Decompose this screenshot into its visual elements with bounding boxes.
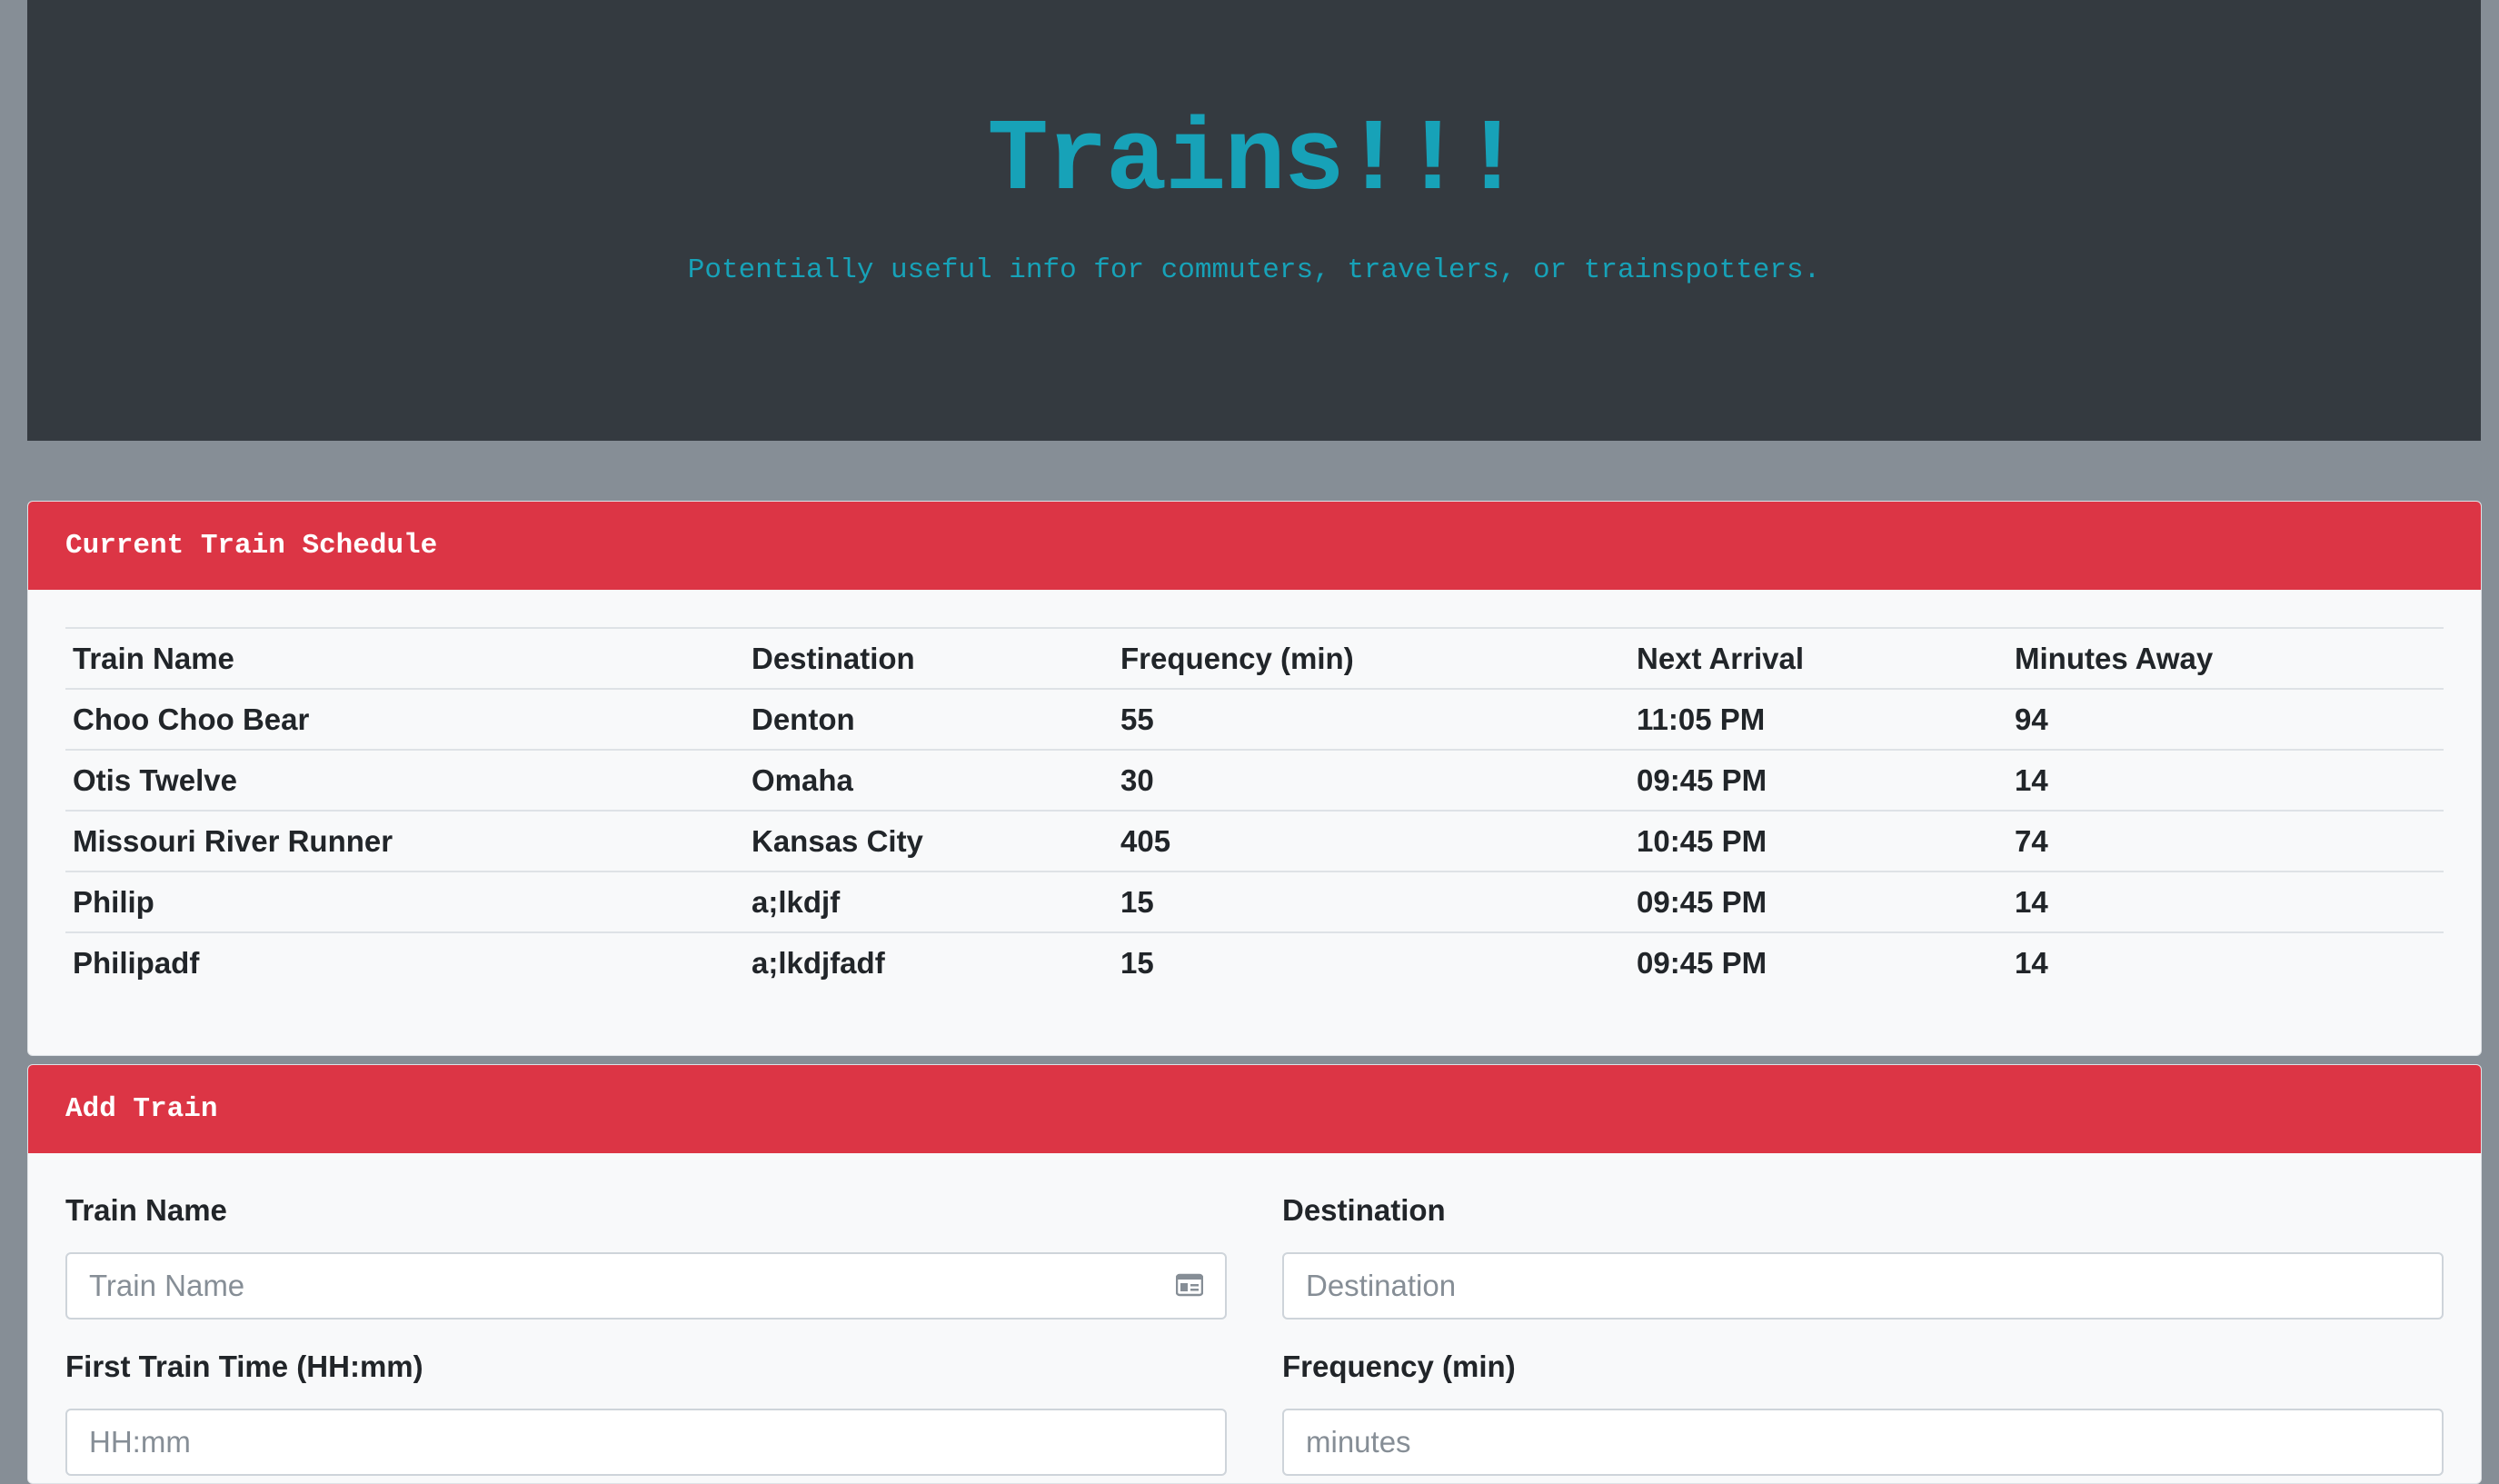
destination-group: Destination — [1282, 1189, 2444, 1320]
cell-train-name: Philipadf — [65, 931, 744, 992]
cell-train-name: Otis Twelve — [65, 749, 744, 811]
frequency-label: Frequency (min) — [1282, 1350, 1516, 1383]
cell-destination: a;lkdjfadf — [744, 931, 1113, 992]
cell-minutes-away: 14 — [2007, 749, 2444, 811]
column-header-minutes-away: Minutes Away — [2007, 627, 2444, 690]
add-train-card-header: Add Train — [28, 1065, 2481, 1153]
cell-destination: Kansas City — [744, 810, 1113, 871]
schedule-card-header: Current Train Schedule — [28, 502, 2481, 590]
table-header-row: Train Name Destination Frequency (min) N… — [65, 627, 2444, 690]
destination-label: Destination — [1282, 1193, 1446, 1227]
id-card-icon — [1176, 1273, 1203, 1297]
schedule-card: Current Train Schedule Train Name Destin… — [27, 501, 2482, 1056]
cell-frequency: 55 — [1113, 688, 1629, 750]
cell-next-arrival: 11:05 PM — [1629, 688, 2007, 750]
table-row: Choo Choo Bear Denton 55 11:05 PM 94 — [65, 688, 2444, 750]
cell-destination: Omaha — [744, 749, 1113, 811]
frequency-input-wrap — [1282, 1409, 2444, 1476]
column-header-frequency: Frequency (min) — [1113, 627, 1629, 690]
column-header-destination: Destination — [744, 627, 1113, 690]
page-title: Trains!!! — [987, 104, 1523, 219]
destination-input-wrap — [1282, 1252, 2444, 1320]
cell-frequency: 30 — [1113, 749, 1629, 811]
cell-minutes-away: 74 — [2007, 810, 2444, 871]
cell-next-arrival: 09:45 PM — [1629, 871, 2007, 932]
cell-train-name: Philip — [65, 871, 744, 932]
destination-input[interactable] — [1284, 1254, 2442, 1318]
table-row: Otis Twelve Omaha 30 09:45 PM 14 — [65, 749, 2444, 811]
cell-frequency: 15 — [1113, 871, 1629, 932]
cell-train-name: Missouri River Runner — [65, 810, 744, 871]
cell-frequency: 405 — [1113, 810, 1629, 871]
first-train-time-input-wrap — [65, 1409, 1227, 1476]
table-row: Missouri River Runner Kansas City 405 10… — [65, 810, 2444, 871]
cell-minutes-away: 14 — [2007, 871, 2444, 932]
frequency-input[interactable] — [1284, 1410, 2442, 1474]
page-subtitle: Potentially useful info for commuters, t… — [687, 254, 1821, 286]
cell-minutes-away: 94 — [2007, 688, 2444, 750]
jumbotron: Trains!!! Potentially useful info for co… — [27, 0, 2481, 441]
add-train-card: Add Train Train Name Destination First T… — [27, 1064, 2482, 1484]
cell-frequency: 15 — [1113, 931, 1629, 992]
cell-next-arrival: 09:45 PM — [1629, 749, 2007, 811]
cell-destination: a;lkdjf — [744, 871, 1113, 932]
frequency-group: Frequency (min) — [1282, 1345, 2444, 1476]
column-header-train-name: Train Name — [65, 627, 744, 690]
first-train-time-input[interactable] — [67, 1410, 1225, 1474]
schedule-table: Train Name Destination Frequency (min) N… — [65, 627, 2444, 992]
train-name-input-wrap — [65, 1252, 1227, 1320]
first-train-time-label: First Train Time (HH:mm) — [65, 1350, 423, 1383]
cell-train-name: Choo Choo Bear — [65, 688, 744, 750]
cell-destination: Denton — [744, 688, 1113, 750]
train-name-group: Train Name — [65, 1189, 1227, 1320]
first-train-time-group: First Train Time (HH:mm) — [65, 1345, 1227, 1476]
column-header-next-arrival: Next Arrival — [1629, 627, 2007, 690]
cell-next-arrival: 09:45 PM — [1629, 931, 2007, 992]
cell-next-arrival: 10:45 PM — [1629, 810, 2007, 871]
cell-minutes-away: 14 — [2007, 931, 2444, 992]
train-name-input[interactable] — [67, 1254, 1225, 1318]
table-row: Philipadf a;lkdjfadf 15 09:45 PM 14 — [65, 931, 2444, 992]
train-name-label: Train Name — [65, 1193, 227, 1227]
table-row: Philip a;lkdjf 15 09:45 PM 14 — [65, 871, 2444, 932]
